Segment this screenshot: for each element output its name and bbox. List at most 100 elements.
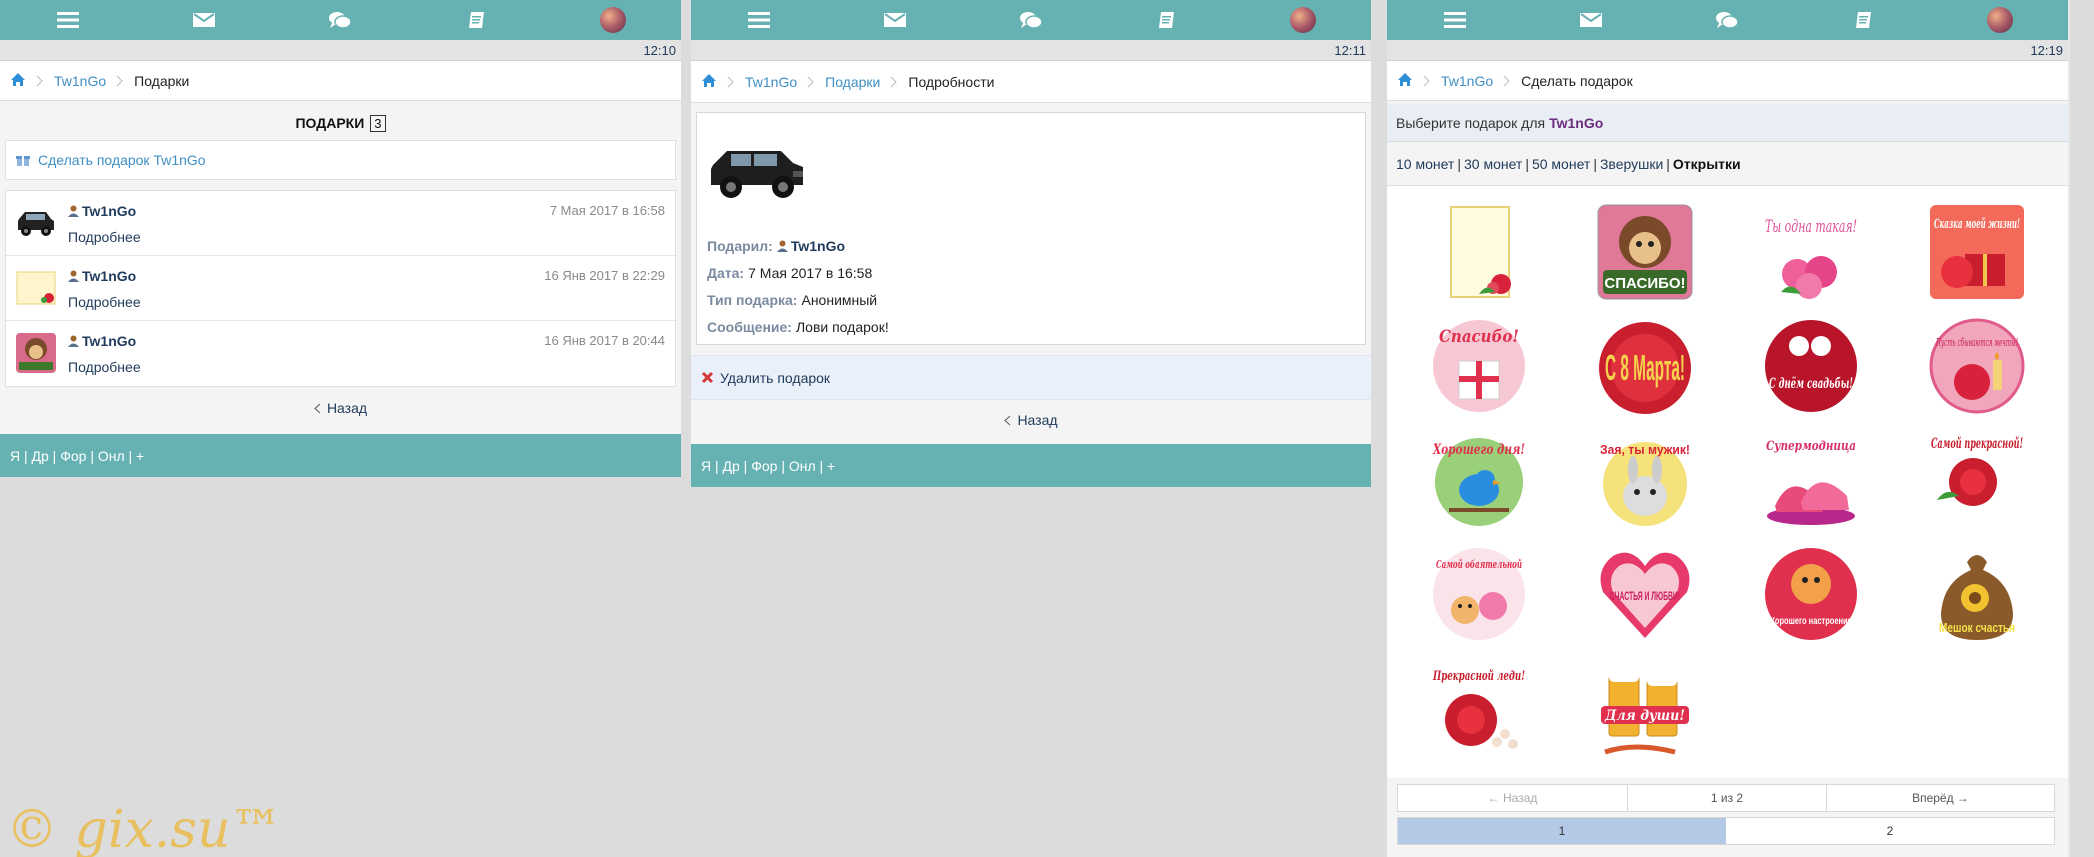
gift-icon <box>16 153 30 167</box>
home-icon[interactable] <box>701 73 717 91</box>
chat-icon[interactable] <box>325 5 355 35</box>
tab-10-coins[interactable]: 10 монет <box>1396 156 1454 172</box>
avatar[interactable] <box>1288 5 1318 35</box>
gift-schastya-i-lyubvi[interactable]: СЧАСТЬЯ И ЛЮБВИ! <box>1595 544 1695 644</box>
page-2-button[interactable]: 2 <box>1726 818 2054 844</box>
gift-details-link[interactable]: Подробнее <box>68 294 141 310</box>
gift-s-dnem-svadby[interactable]: С днём свадьбы! <box>1761 316 1861 416</box>
gift-samoi-obayatelnoi[interactable]: Самой обаятельной <box>1429 544 1529 644</box>
journal-icon[interactable] <box>462 5 492 35</box>
gift-rose-card[interactable] <box>1429 202 1529 302</box>
gift-dlya-dushi[interactable]: Для души! <box>1595 658 1695 758</box>
gift-sender[interactable]: Tw1nGo <box>68 203 136 219</box>
chat-icon[interactable] <box>1712 5 1742 35</box>
mail-icon[interactable] <box>880 5 910 35</box>
tab-30-coins[interactable]: 30 монет <box>1464 156 1522 172</box>
breadcrumb-gifts-link[interactable]: Подарки <box>825 74 880 90</box>
tab-separator: | <box>1525 155 1529 172</box>
gift-ty-odna-takaya[interactable]: Ты одна такая! <box>1761 202 1861 302</box>
gift-hedgehog-thanks[interactable]: СПАСИБО! <box>1595 202 1695 302</box>
message-label: Сообщение: <box>707 319 792 335</box>
gift-from-user[interactable]: Tw1nGo <box>776 238 845 254</box>
user-icon <box>68 335 79 347</box>
gift-text: Хорошего дня! <box>1432 442 1525 458</box>
gift-text: СЧАСТЬЯ И ЛЮБВИ! <box>1610 589 1680 603</box>
gift-pust-sbyvayutsya-mechty[interactable]: Пусть сбываются мечты! <box>1927 316 2027 416</box>
gift-sender[interactable]: Tw1nGo <box>68 333 136 349</box>
tab-separator: | <box>1457 155 1461 172</box>
black-suv-image <box>707 141 807 206</box>
gift-date: 7 Мая 2017 в 16:58 <box>549 203 665 218</box>
gift-supermodnitsa[interactable]: Супермодница <box>1761 430 1861 530</box>
gift-zaya-ty-muzhik[interactable]: Зая, ты мужик! <box>1595 430 1695 530</box>
gift-text: СПАСИБО! <box>1604 275 1685 292</box>
gift-sender[interactable]: Tw1nGo <box>68 268 136 284</box>
breadcrumb-user-link[interactable]: Tw1nGo <box>1441 73 1493 89</box>
tab-50-coins[interactable]: 50 монет <box>1532 156 1590 172</box>
black-suv-thumb[interactable] <box>16 203 56 243</box>
gift-spasibo[interactable]: Спасибо! <box>1429 316 1529 416</box>
journal-icon[interactable] <box>1849 5 1879 35</box>
rose-card-thumb[interactable] <box>16 268 56 308</box>
top-nav-bar <box>1387 0 2068 40</box>
tab-animals[interactable]: Зверушки <box>1600 156 1663 172</box>
clock: 12:11 <box>691 40 1371 61</box>
gift-prekrasnoi-ledi[interactable]: Прекрасной леди! <box>1429 658 1529 758</box>
page-1-button[interactable]: 1 <box>1398 818 1726 844</box>
menu-icon[interactable] <box>744 5 774 35</box>
gift-date: 16 Янв 2017 в 22:29 <box>544 268 665 283</box>
delete-gift-label: Удалить подарок <box>720 369 831 386</box>
breadcrumb: Tw1nGo Сделать подарок <box>1387 61 2068 101</box>
type-value: Анонимный <box>801 292 878 308</box>
breadcrumb-current: Сделать подарок <box>1521 72 1633 89</box>
mail-icon[interactable] <box>1576 5 1606 35</box>
clock: 12:19 <box>1387 40 2068 61</box>
chevron-right-icon <box>1423 75 1431 87</box>
menu-icon[interactable] <box>1440 5 1470 35</box>
breadcrumb-user-link[interactable]: Tw1nGo <box>54 73 106 89</box>
pager-next[interactable]: Вперёд → <box>1827 785 2054 811</box>
gift-text: Супермодница <box>1766 439 1856 454</box>
tab-separator: | <box>1593 155 1597 172</box>
date-value: 7 Мая 2017 в 16:58 <box>748 265 873 281</box>
gift-skazka-moei-zhizni[interactable]: Сказка моей жизни! <box>1927 202 2027 302</box>
gift-list: Tw1nGo 7 Мая 2017 в 16:58 Подробнее Tw1n… <box>5 190 676 387</box>
home-icon[interactable] <box>1397 72 1413 90</box>
back-link[interactable]: Назад <box>691 400 1371 440</box>
back-label: Назад <box>326 400 368 416</box>
footer-nav[interactable]: Я | Др | Фор | Онл | + <box>691 444 1371 487</box>
make-gift-link[interactable]: Сделать подарок Tw1nGo <box>5 140 676 180</box>
gift-text: Самой обаятельной <box>1436 558 1522 571</box>
home-icon[interactable] <box>10 72 26 90</box>
scrollbar-divider <box>2068 0 2070 857</box>
footer-nav[interactable]: Я | Др | Фор | Онл | + <box>0 434 681 477</box>
gift-details-link[interactable]: Подробнее <box>68 229 141 245</box>
breadcrumb-user-link[interactable]: Tw1nGo <box>745 74 797 90</box>
avatar[interactable] <box>598 5 628 35</box>
gift-8-marta[interactable]: С 8 Марта! <box>1595 316 1695 416</box>
category-tabs: 10 монет | 30 монет | 50 монет | Зверушки | … <box>1387 142 2068 186</box>
gift-text: Зая, ты мужик! <box>1600 442 1690 457</box>
gift-khoroshego-nastroeniya[interactable]: Хорошего настроения <box>1761 544 1861 644</box>
gift-khoroshego-dnya[interactable]: Хорошего дня! <box>1429 430 1529 530</box>
choose-prefix: Выберите подарок для <box>1396 114 1546 131</box>
gift-samoi-prekrasnoi[interactable]: Самой прекрасной! <box>1927 430 2027 530</box>
mail-icon[interactable] <box>189 5 219 35</box>
tab-separator: | <box>1666 155 1670 172</box>
gift-details-link[interactable]: Подробнее <box>68 359 141 375</box>
tab-postcards[interactable]: Открытки <box>1673 156 1741 172</box>
screenshot-root: 12:10 Tw1nGo Подарки ПОДАРКИ 3 Сделать по… <box>0 0 2094 857</box>
journal-icon[interactable] <box>1152 5 1182 35</box>
avatar[interactable] <box>1985 5 2015 35</box>
back-link[interactable]: Назад <box>0 397 681 419</box>
delete-gift-button[interactable]: Удалить подарок <box>691 355 1371 400</box>
make-gift-panel: 12:19 Tw1nGo Сделать подарок Выберите по… <box>1387 0 2068 857</box>
gift-detail-card: Подарил: Tw1nGo Дата: 7 Мая 2017 в 16:58… <box>696 112 1366 345</box>
choose-gift-heading: Выберите подарок для Tw1nGo <box>1387 104 2068 142</box>
gift-sender-name: Tw1nGo <box>82 268 137 284</box>
top-nav-bar <box>0 0 681 40</box>
gift-meshok-schastya[interactable]: Мешок счастья <box>1927 544 2027 644</box>
chat-icon[interactable] <box>1016 5 1046 35</box>
menu-icon[interactable] <box>53 5 83 35</box>
hedgehog-thanks-thumb[interactable] <box>16 333 56 373</box>
